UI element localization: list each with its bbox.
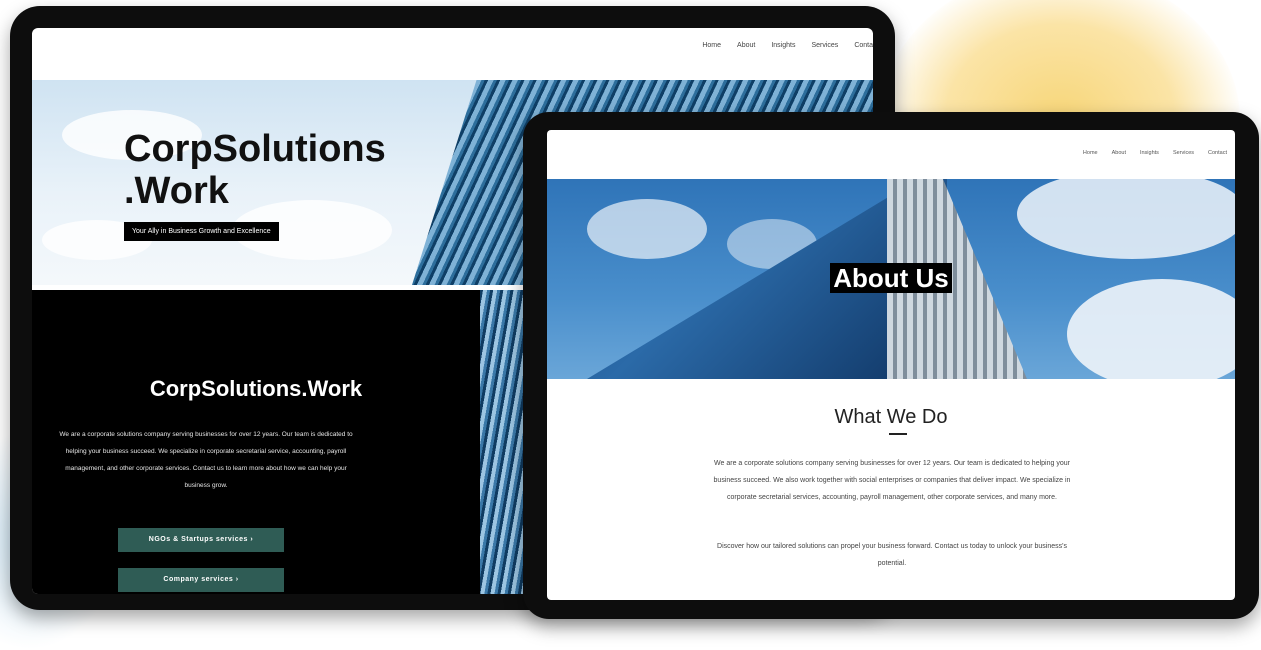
front-nav-about[interactable]: About: [1112, 150, 1126, 156]
what-we-do-title: What We Do: [834, 406, 948, 428]
front-nav-home[interactable]: Home: [1083, 150, 1098, 156]
back-nav-services[interactable]: Services: [811, 42, 838, 49]
front-nav: Home About Insights Services Contact: [1083, 150, 1227, 156]
ngos-startups-button[interactable]: NGOs & Startups services ›: [118, 528, 284, 552]
intro-description: We are a corporate solutions company ser…: [59, 431, 353, 489]
title-divider: [889, 433, 907, 435]
brand-title: CorpSolutions .Work: [124, 128, 386, 212]
front-nav-insights[interactable]: Insights: [1140, 150, 1159, 156]
about-us-title: About Us: [547, 263, 1235, 294]
front-nav-contact[interactable]: Contact: [1208, 150, 1227, 156]
intro-title: CorpSolutions.Work: [149, 376, 363, 401]
tagline-badge: Your Ally in Business Growth and Excelle…: [124, 222, 279, 241]
company-services-button[interactable]: Company services ›: [118, 568, 284, 592]
tablet-front-screen: Home About Insights Services Contact Abo…: [547, 130, 1235, 600]
back-nav-home[interactable]: Home: [702, 42, 721, 49]
front-nav-services[interactable]: Services: [1173, 150, 1194, 156]
back-nav-contact[interactable]: Conta: [854, 42, 873, 49]
back-nav-insights[interactable]: Insights: [771, 42, 795, 49]
cta-paragraph: Discover how our tailored solutions can …: [717, 543, 1067, 567]
tablet-front: Home About Insights Services Contact Abo…: [523, 112, 1259, 619]
back-nav: Home About Insights Services Conta: [702, 42, 873, 49]
what-we-do-paragraph: We are a corporate solutions company ser…: [713, 460, 1071, 501]
back-nav-about[interactable]: About: [737, 42, 755, 49]
